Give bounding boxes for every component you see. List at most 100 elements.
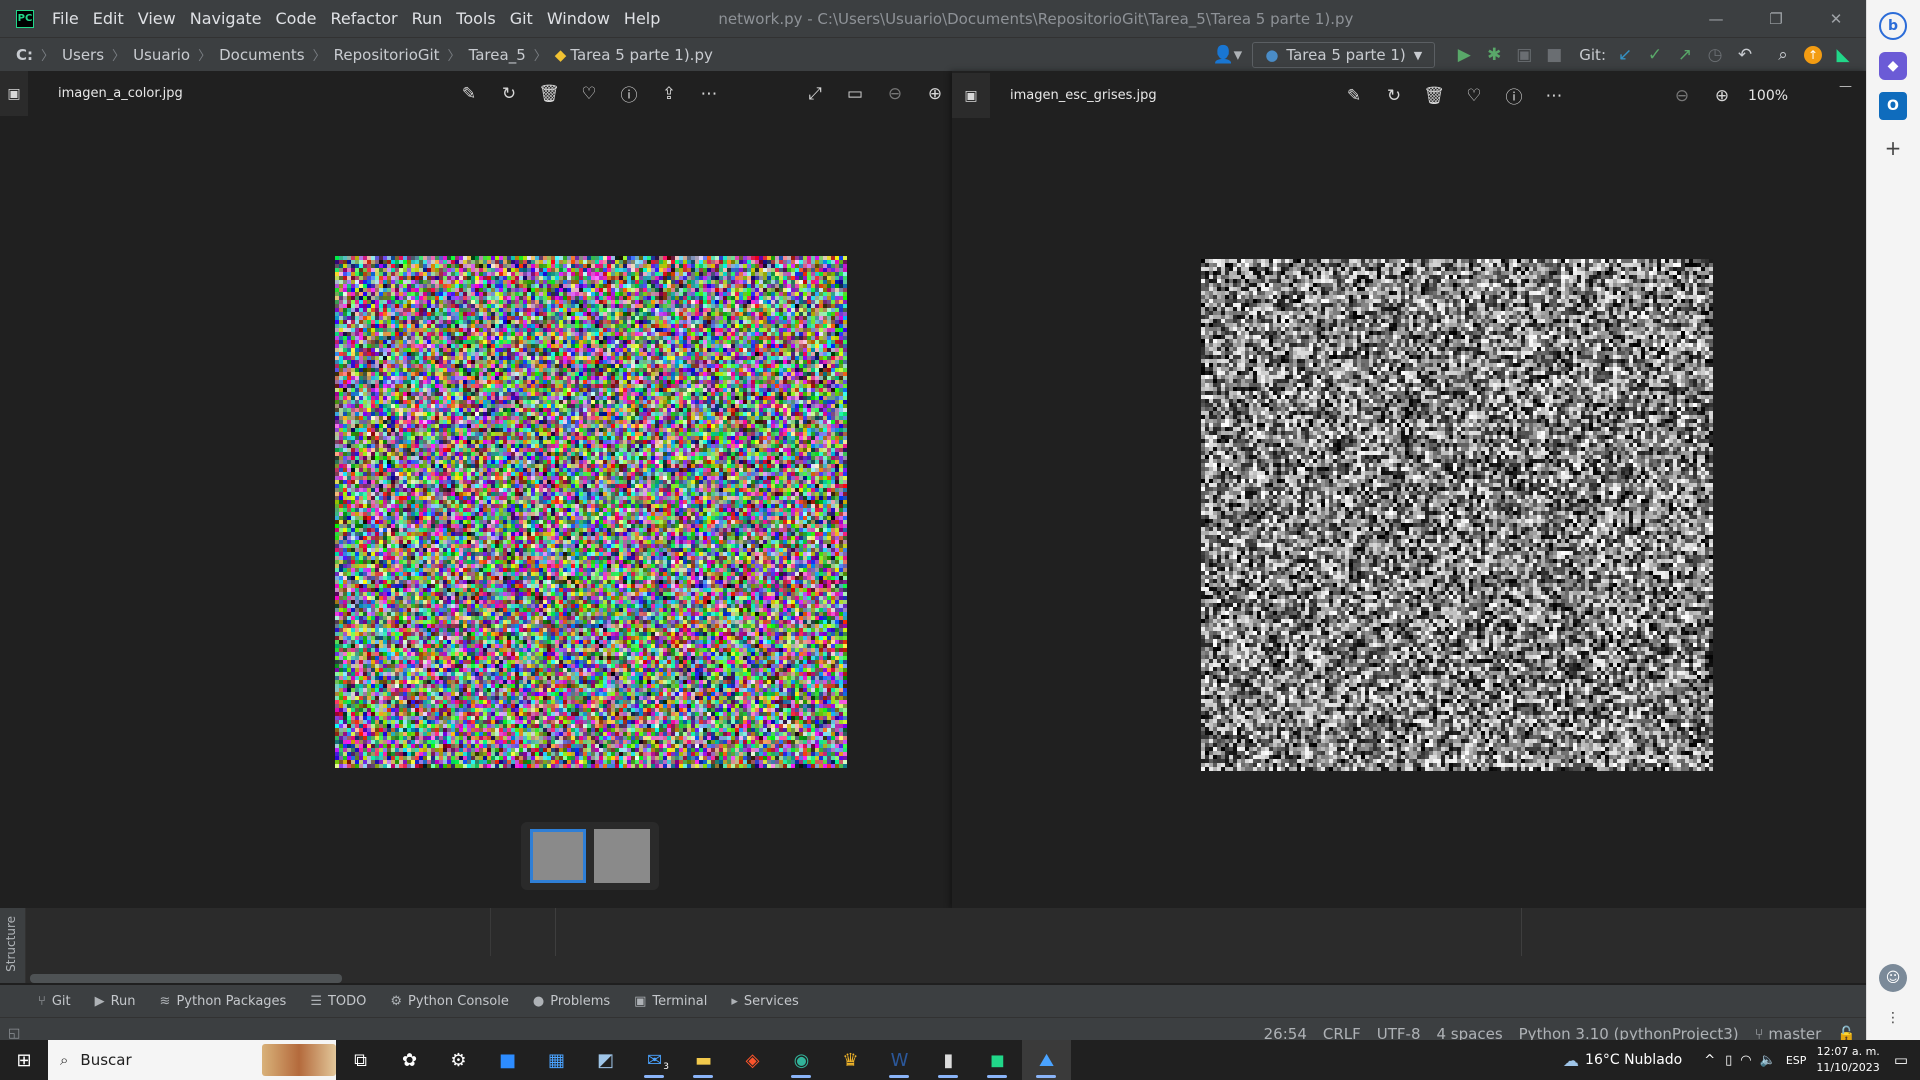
zoom-in-icon[interactable]: ⊕	[915, 74, 955, 114]
coverage-icon[interactable]: ▣	[1509, 40, 1539, 70]
breadcrumb-repositoriogit[interactable]: RepositorioGit	[334, 46, 440, 64]
git-push-icon[interactable]: ↗	[1670, 40, 1700, 70]
chevron-up-icon[interactable]: ^	[1704, 1053, 1715, 1068]
language-indicator[interactable]: ESP	[1786, 1054, 1807, 1067]
user-account-icon[interactable]: 👤▾	[1212, 40, 1242, 70]
edit-image-icon[interactable]: ✎	[449, 74, 489, 114]
notes-app-icon[interactable]: ◩	[581, 1040, 630, 1080]
menu-edit[interactable]: Edit	[93, 9, 124, 28]
clock[interactable]: 12:07 a. m. 11/10/2023	[1816, 1044, 1879, 1076]
zoom-out-icon[interactable]: ⊖	[875, 74, 915, 114]
taskbar-search[interactable]: ⌕ Buscar	[48, 1040, 336, 1080]
search-icon[interactable]: ⌕	[1768, 40, 1798, 70]
plugin-icon[interactable]: ◣	[1828, 40, 1858, 70]
delete-icon[interactable]: 🗑	[529, 74, 569, 114]
store-icon[interactable]: ▦	[532, 1040, 581, 1080]
pycharm-taskbar-icon[interactable]: ◼	[973, 1040, 1022, 1080]
more-options-icon[interactable]: ⋯	[689, 74, 729, 114]
tool-python-packages-button[interactable]: ≋ Python Packages	[160, 994, 287, 1009]
filmstrip-thumb-color[interactable]	[530, 829, 586, 883]
edit-image-icon[interactable]: ✎	[1334, 76, 1374, 116]
breadcrumb-drive[interactable]: C:	[16, 46, 33, 64]
toggle-tool-windows-icon[interactable]: ◱	[8, 1026, 20, 1041]
app-icon[interactable]: ✿	[385, 1040, 434, 1080]
more-options-icon[interactable]: ⋮	[1879, 1004, 1907, 1032]
word-icon[interactable]: W	[875, 1040, 924, 1080]
menu-tools[interactable]: Tools	[456, 9, 495, 28]
menu-navigate[interactable]: Navigate	[190, 9, 262, 28]
rollback-icon[interactable]: ↶	[1730, 40, 1760, 70]
breadcrumb-tarea5[interactable]: Tarea_5	[469, 46, 526, 64]
zoom-level[interactable]: 100%	[1748, 88, 1788, 104]
breadcrumb-documents[interactable]: Documents	[219, 46, 305, 64]
favorite-icon[interactable]: ♡	[569, 74, 609, 114]
menu-window[interactable]: Window	[547, 9, 610, 28]
outlook-icon[interactable]: O	[1879, 92, 1907, 120]
info-icon[interactable]: ⓘ	[1494, 76, 1534, 116]
menu-run[interactable]: Run	[412, 9, 443, 28]
breadcrumb-users[interactable]: Users	[62, 46, 104, 64]
run-config-select[interactable]: ● Tarea 5 parte 1) ▼	[1252, 42, 1436, 68]
minimize-icon[interactable]: —	[1686, 10, 1746, 28]
delete-icon[interactable]: 🗑	[1414, 76, 1454, 116]
run-icon[interactable]: ▶	[1449, 40, 1479, 70]
file-explorer-icon[interactable]: ▬	[679, 1040, 728, 1080]
menu-help[interactable]: Help	[624, 9, 660, 28]
brave-browser-icon[interactable]: ◈	[728, 1040, 777, 1080]
git-update-icon[interactable]: ↙	[1610, 40, 1640, 70]
task-view-icon[interactable]: ⧉	[336, 1040, 385, 1080]
history-icon[interactable]: ◷	[1700, 40, 1730, 70]
zoom-out-icon[interactable]: ⊖	[1662, 76, 1702, 116]
menu-file[interactable]: File	[52, 9, 79, 28]
breadcrumb-file[interactable]: ◆ Tarea 5 parte 1).py	[555, 46, 713, 64]
structure-side-tab[interactable]: Structure	[0, 908, 26, 983]
volume-icon[interactable]: 🔈	[1760, 1053, 1776, 1068]
menu-code[interactable]: Code	[276, 9, 317, 28]
add-icon[interactable]: +	[1879, 134, 1907, 162]
tool-terminal-button[interactable]: ▣ Terminal	[634, 994, 707, 1009]
rotate-icon[interactable]: ↻	[489, 74, 529, 114]
zoom-in-icon[interactable]: ⊕	[1702, 76, 1742, 116]
avatar[interactable]: ☺	[1879, 964, 1907, 992]
tool-problems-button[interactable]: ● Problems	[533, 994, 610, 1009]
menu-view[interactable]: View	[138, 9, 176, 28]
photos-taskbar-icon[interactable]: ⛰	[1022, 1040, 1071, 1080]
mail-icon[interactable]: ✉ 3	[630, 1040, 679, 1080]
fit-window-icon[interactable]: ▭	[835, 74, 875, 114]
debug-icon[interactable]: ✱	[1479, 40, 1509, 70]
award-app-icon[interactable]: ♛	[826, 1040, 875, 1080]
weather-text[interactable]: 16°C Nublado	[1585, 1052, 1682, 1068]
tool-git-button[interactable]: ⑂ Git	[38, 994, 71, 1009]
terminal-app-icon[interactable]: ▮	[924, 1040, 973, 1080]
settings-icon[interactable]: ⚙	[434, 1040, 483, 1080]
windows-start-icon[interactable]: ⊞	[0, 1040, 48, 1080]
tool-run-button[interactable]: ▶ Run	[95, 994, 136, 1009]
horizontal-scrollbar[interactable]	[30, 974, 342, 983]
breadcrumb-usuario[interactable]: Usuario	[133, 46, 190, 64]
battery-icon[interactable]: ▯	[1725, 1053, 1732, 1068]
wifi-icon[interactable]: ◠	[1740, 1053, 1751, 1068]
menu-refactor[interactable]: Refactor	[330, 9, 397, 28]
stop-icon[interactable]: ■	[1539, 40, 1569, 70]
fullscreen-icon[interactable]: ⤢	[795, 74, 835, 114]
copilot-icon[interactable]: ◆	[1879, 52, 1907, 80]
edge-browser-icon[interactable]: ◉	[777, 1040, 826, 1080]
restore-icon[interactable]: ❐	[1746, 10, 1806, 28]
info-icon[interactable]: ⓘ	[609, 74, 649, 114]
tool-services-button[interactable]: ▸ Services	[731, 994, 798, 1009]
zoom-app-icon[interactable]: ■	[483, 1040, 532, 1080]
tool-python-console-button[interactable]: ⚙ Python Console	[390, 994, 508, 1009]
notifications-icon[interactable]: ▭	[1894, 1051, 1908, 1069]
favorite-icon[interactable]: ♡	[1454, 76, 1494, 116]
update-icon[interactable]: ↑	[1798, 40, 1828, 70]
more-options-icon[interactable]: ⋯	[1534, 76, 1574, 116]
git-commit-icon[interactable]: ✓	[1640, 40, 1670, 70]
tool-todo-button[interactable]: ☰ TODO	[310, 994, 366, 1009]
minimize-icon[interactable]: —	[1839, 79, 1852, 94]
filmstrip-thumb-grayscale[interactable]	[594, 829, 650, 883]
rotate-icon[interactable]: ↻	[1374, 76, 1414, 116]
close-icon[interactable]: ✕	[1806, 10, 1866, 28]
share-icon[interactable]: ⇪	[649, 74, 689, 114]
menu-git[interactable]: Git	[510, 9, 533, 28]
bing-icon[interactable]: b	[1879, 12, 1907, 40]
